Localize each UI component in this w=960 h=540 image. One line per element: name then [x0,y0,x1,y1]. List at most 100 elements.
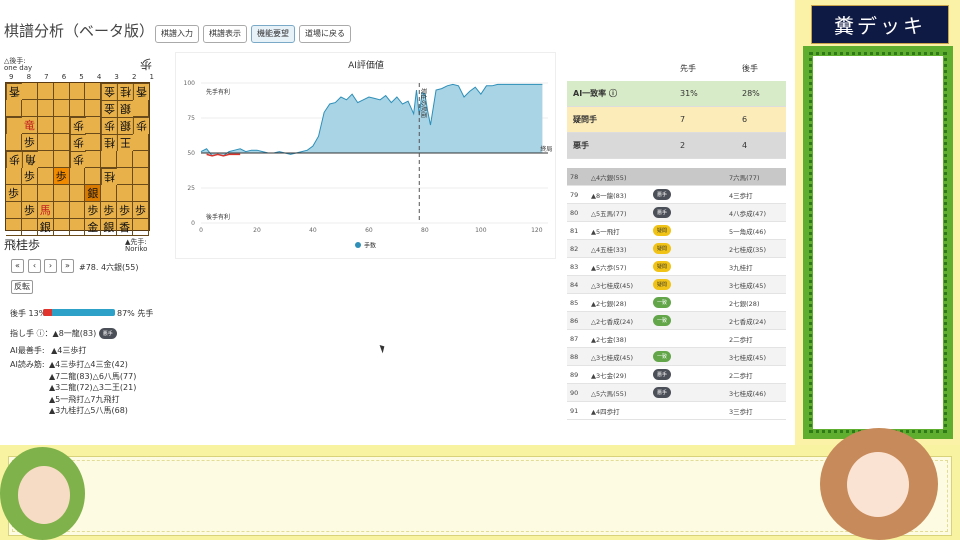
board-square[interactable] [133,185,149,202]
board-square[interactable] [69,100,86,117]
board-square[interactable] [21,100,38,117]
board-square[interactable] [101,151,118,168]
board-square[interactable]: 銀 [37,219,54,236]
board-square[interactable]: 銀 [117,100,134,117]
eval-chart[interactable]: AI評価値 0 25 50 75 100 0 20 40 60 80 100 120 現在の局面 終局 先手有… [175,52,556,259]
board-square[interactable]: 歩 [69,134,86,151]
board-square[interactable] [117,168,134,185]
flip-button[interactable]: 反転 [11,280,33,294]
board-square[interactable] [133,134,149,151]
move-row[interactable]: 90 △5六馬(55) 悪手 3七桂成(46) [567,384,786,402]
back-to-dojo-button[interactable]: 道場に戻る [299,25,351,43]
board-square[interactable]: 歩 [6,185,22,202]
board-square[interactable] [37,185,54,202]
board-square[interactable] [117,185,134,202]
board-square[interactable]: 歩 [101,117,118,134]
board-square[interactable]: 桂 [101,168,118,185]
last-move-button[interactable]: » [61,259,74,273]
board-square[interactable] [37,100,54,117]
board-square[interactable]: 銀 [101,219,118,236]
board-square[interactable] [53,134,70,151]
board-square[interactable] [85,83,102,100]
board-square[interactable] [53,202,70,219]
board-square[interactable] [21,219,38,236]
move-row[interactable]: 83 ▲5六歩(57) 疑問 3九桂打 [567,258,786,276]
move-row[interactable]: 87 ▲2七金(38) 2二歩打 [567,330,786,348]
board-square[interactable] [53,100,70,117]
board-square[interactable]: 香 [6,83,22,100]
board-square[interactable] [85,134,102,151]
board-square[interactable] [53,83,70,100]
board-square[interactable]: 歩 [85,202,102,219]
board-square[interactable]: 香 [133,83,149,100]
board-square[interactable] [53,219,70,236]
board-square[interactable]: 歩 [69,117,86,134]
board-square[interactable]: 香 [117,219,134,236]
move-row[interactable]: 79 ▲8一龍(83) 悪手 4三歩打 [567,186,786,204]
move-row[interactable]: 89 ▲3七金(29) 悪手 2二歩打 [567,366,786,384]
board-square[interactable]: 歩 [133,117,149,134]
board-square[interactable]: 歩 [6,151,22,168]
first-move-button[interactable]: « [11,259,24,273]
board-square[interactable]: 金 [101,83,118,100]
feature-request-button[interactable]: 機能要望 [251,25,295,43]
board-square[interactable]: 歩 [117,202,134,219]
board-square[interactable] [117,151,134,168]
board-square[interactable]: 歩 [21,168,38,185]
board-square[interactable] [133,100,149,117]
board-square[interactable] [37,151,54,168]
board-square[interactable]: 桂 [117,83,134,100]
board-square[interactable]: 歩 [133,202,149,219]
board-square[interactable]: 馬 [37,202,54,219]
board-square[interactable] [101,185,118,202]
board-square[interactable] [69,168,86,185]
board-square[interactable] [133,219,149,236]
board-square[interactable]: 金 [101,100,118,117]
move-row[interactable]: 91 ▲4四歩打 3三歩打 [567,402,786,420]
shogi-board[interactable]: 香金桂香金銀竜歩歩銀歩歩歩桂王歩角歩歩歩桂歩銀歩馬歩歩歩歩銀金銀香 [5,82,150,236]
board-square[interactable] [6,117,22,134]
move-row[interactable]: 85 ▲2七銀(28) 一致 2七銀(28) [567,294,786,312]
board-square[interactable]: 角 [21,151,38,168]
board-square[interactable]: 歩 [21,202,38,219]
board-square[interactable] [85,100,102,117]
board-square[interactable] [21,185,38,202]
board-square[interactable] [6,202,22,219]
board-square[interactable] [53,185,70,202]
board-square[interactable] [6,134,22,151]
move-row[interactable]: 88 △3七桂成(45) 一致 3七桂成(45) [567,348,786,366]
board-square[interactable] [21,83,38,100]
board-square[interactable] [37,117,54,134]
board-square[interactable] [37,168,54,185]
board-square[interactable] [69,185,86,202]
board-square[interactable]: 桂 [101,134,118,151]
prev-move-button[interactable]: ‹ [28,259,41,273]
board-square[interactable]: 歩 [53,168,70,185]
move-row[interactable]: 84 △3七桂成(45) 疑問 3七桂成(45) [567,276,786,294]
board-square[interactable]: 歩 [69,151,86,168]
board-square[interactable] [53,151,70,168]
board-square[interactable]: 銀 [117,117,134,134]
board-square[interactable] [85,168,102,185]
move-list[interactable]: 78 △4六銀(55) 7六馬(77) 79 ▲8一龍(83) 悪手 4三歩打 80 △5五馬(… [567,168,786,420]
board-square[interactable]: 竜 [21,117,38,134]
move-row[interactable]: 82 △4五桂(33) 疑問 2七桂成(35) [567,240,786,258]
board-square[interactable] [133,168,149,185]
move-row[interactable]: 78 △4六銀(55) 7六馬(77) [567,168,786,186]
kifu-input-button[interactable]: 棋譜入力 [155,25,199,43]
board-square[interactable] [53,117,70,134]
board-square[interactable]: 金 [85,219,102,236]
board-square[interactable] [85,117,102,134]
kifu-view-button[interactable]: 棋譜表示 [203,25,247,43]
board-square[interactable]: 歩 [101,202,118,219]
move-row[interactable]: 80 △5五馬(77) 悪手 4八歩成(47) [567,204,786,222]
board-square[interactable] [6,168,22,185]
next-move-button[interactable]: › [44,259,57,273]
board-square[interactable]: 王 [117,134,134,151]
move-row[interactable]: 86 △2七香成(24) 一致 2七香成(24) [567,312,786,330]
board-square[interactable] [6,100,22,117]
board-square[interactable] [69,83,86,100]
board-square[interactable] [37,83,54,100]
board-square[interactable] [69,219,86,236]
move-row[interactable]: 81 ▲5一飛打 疑問 5一角成(46) [567,222,786,240]
